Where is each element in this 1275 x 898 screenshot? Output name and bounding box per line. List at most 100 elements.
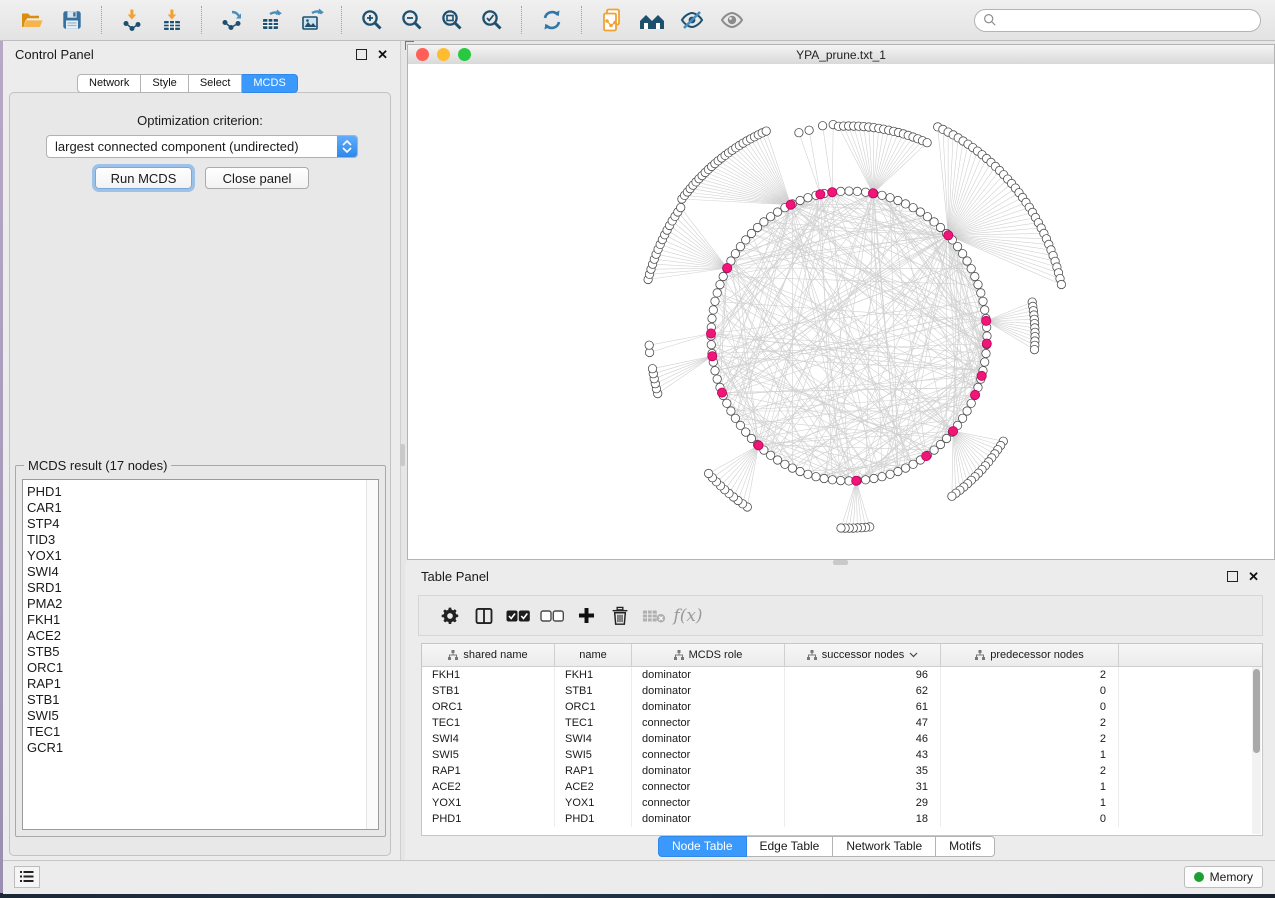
graph-mcds-hub-node[interactable] <box>717 388 726 397</box>
graph-mcds-hub-node[interactable] <box>786 200 795 209</box>
optimization-dropdown[interactable]: largest connected component (undirected) <box>46 135 358 158</box>
graph-leaf-node[interactable] <box>818 122 826 130</box>
graph-node[interactable] <box>719 272 727 280</box>
graph-node[interactable] <box>723 399 731 407</box>
graph-node[interactable] <box>967 265 975 273</box>
export-network-icon[interactable] <box>218 6 246 34</box>
mcds-result-item[interactable]: FKH1 <box>23 612 378 628</box>
task-history-button[interactable] <box>14 866 40 888</box>
float-panel-icon[interactable] <box>356 49 367 60</box>
graph-node[interactable] <box>967 399 975 407</box>
search-field[interactable] <box>974 9 1261 32</box>
tab-edge-table[interactable]: Edge Table <box>747 836 834 857</box>
table-row[interactable]: FKH1FKH1dominator962 <box>422 667 1262 683</box>
run-mcds-button[interactable]: Run MCDS <box>95 167 192 189</box>
graph-mcds-hub-node[interactable] <box>922 452 931 461</box>
graph-node[interactable] <box>788 464 796 472</box>
zoom-out-icon[interactable] <box>398 6 426 34</box>
graph-node[interactable] <box>845 187 853 195</box>
graph-node[interactable] <box>861 476 869 484</box>
show-columns-icon[interactable] <box>467 601 501 631</box>
graph-mcds-hub-node[interactable] <box>754 441 763 450</box>
delete-table-icon[interactable] <box>637 601 671 631</box>
tab-network[interactable]: Network <box>77 74 141 93</box>
zoom-fit-icon[interactable] <box>438 6 466 34</box>
mcds-result-item[interactable]: SWI4 <box>23 564 378 580</box>
graph-node[interactable] <box>736 421 744 429</box>
tab-motifs[interactable]: Motifs <box>936 836 995 857</box>
function-builder-icon[interactable]: f(x) <box>671 601 705 631</box>
select-all-icon[interactable] <box>501 601 535 631</box>
graph-leaf-node[interactable] <box>1030 345 1038 353</box>
show-all-icon[interactable] <box>718 6 746 34</box>
graph-node[interactable] <box>981 306 989 314</box>
graph-node[interactable] <box>901 200 909 208</box>
table-row[interactable]: STB1STB1dominator620 <box>422 683 1262 699</box>
graph-node[interactable] <box>716 280 724 288</box>
graph-mcds-hub-node[interactable] <box>828 188 837 197</box>
graph-mcds-hub-node[interactable] <box>852 476 861 485</box>
mcds-result-item[interactable]: YOX1 <box>23 548 378 564</box>
export-image-icon[interactable] <box>298 6 326 34</box>
graph-node[interactable] <box>713 375 721 383</box>
graph-node[interactable] <box>981 358 989 366</box>
graph-leaf-node[interactable] <box>648 365 656 373</box>
graph-mcds-hub-node[interactable] <box>816 190 825 199</box>
table-row[interactable]: TEC1TEC1connector472 <box>422 715 1262 731</box>
graph-node[interactable] <box>886 194 894 202</box>
graph-node[interactable] <box>979 297 987 305</box>
table-row[interactable]: ACE2ACE2connector311 <box>422 779 1262 795</box>
graph-leaf-node[interactable] <box>837 524 845 532</box>
import-network-icon[interactable] <box>118 6 146 34</box>
graph-node[interactable] <box>812 473 820 481</box>
tab-node-table[interactable]: Node Table <box>658 836 747 857</box>
open-folder-icon[interactable] <box>18 6 46 34</box>
mcds-result-item[interactable]: CAR1 <box>23 500 378 516</box>
graph-node[interactable] <box>707 341 715 349</box>
graph-node[interactable] <box>894 196 902 204</box>
graph-node[interactable] <box>878 191 886 199</box>
graph-leaf-node[interactable] <box>762 127 770 135</box>
import-table-icon[interactable] <box>158 6 186 34</box>
graph-node[interactable] <box>958 250 966 258</box>
deselect-all-icon[interactable] <box>535 601 569 631</box>
save-icon[interactable] <box>58 6 86 34</box>
graph-leaf-node[interactable] <box>923 139 931 147</box>
graph-node[interactable] <box>953 242 961 250</box>
graph-leaf-node[interactable] <box>795 129 803 137</box>
graph-node[interactable] <box>820 474 828 482</box>
graph-mcds-hub-node[interactable] <box>706 329 715 338</box>
mcds-list-scrollbar[interactable] <box>366 480 378 829</box>
graph-mcds-hub-node[interactable] <box>723 263 732 272</box>
graph-node[interactable] <box>894 467 902 475</box>
tab-network-table[interactable]: Network Table <box>833 836 936 857</box>
graph-node[interactable] <box>804 470 812 478</box>
graph-leaf-node[interactable] <box>1057 280 1065 288</box>
graph-mcds-hub-node[interactable] <box>949 427 958 436</box>
mcds-result-item[interactable]: SWI5 <box>23 708 378 724</box>
tab-mcds[interactable]: MCDS <box>242 74 297 93</box>
table-row[interactable]: ORC1ORC1dominator610 <box>422 699 1262 715</box>
graph-mcds-hub-node[interactable] <box>944 231 953 240</box>
zoom-selected-icon[interactable] <box>478 6 506 34</box>
graph-node[interactable] <box>974 280 982 288</box>
graph-mcds-hub-node[interactable] <box>971 390 980 399</box>
first-neighbors-icon[interactable] <box>638 6 666 34</box>
table-row[interactable]: SWI5SWI5connector431 <box>422 747 1262 763</box>
graph-node[interactable] <box>909 460 917 468</box>
memory-button[interactable]: Memory <box>1184 866 1263 888</box>
network-canvas[interactable] <box>408 64 1274 559</box>
graph-node[interactable] <box>711 297 719 305</box>
graph-node[interactable] <box>958 414 966 422</box>
graph-node[interactable] <box>963 407 971 415</box>
export-table-icon[interactable] <box>258 6 286 34</box>
float-table-panel-icon[interactable] <box>1227 571 1238 582</box>
column-header-MCDS-role[interactable]: MCDS role <box>632 644 785 666</box>
zoom-in-icon[interactable] <box>358 6 386 34</box>
column-header-name[interactable]: name <box>555 644 632 666</box>
graph-leaf-node[interactable] <box>677 203 685 211</box>
graph-node[interactable] <box>870 474 878 482</box>
close-panel-icon[interactable]: ✕ <box>377 50 388 59</box>
table-scrollbar[interactable] <box>1252 667 1261 834</box>
graph-node[interactable] <box>796 196 804 204</box>
